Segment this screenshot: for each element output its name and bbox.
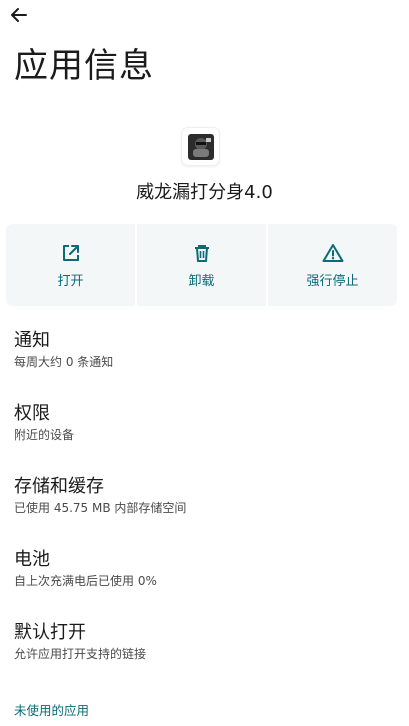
- storage-setting[interactable]: 存储和缓存 已使用 45.75 MB 内部存储空间: [14, 476, 394, 516]
- force-stop-button-label: 强行停止: [306, 273, 359, 289]
- page-title: 应用信息: [14, 46, 154, 86]
- setting-subtitle: 已使用 45.75 MB 内部存储空间: [14, 501, 187, 515]
- warning-triangle-icon: [322, 242, 344, 264]
- open-by-default-setting[interactable]: 默认打开 允许应用打开支持的链接: [14, 622, 394, 662]
- trash-icon: [193, 242, 211, 264]
- setting-title: 默认打开: [14, 622, 86, 643]
- permissions-setting[interactable]: 权限 附近的设备: [14, 403, 394, 443]
- open-external-icon: [61, 242, 81, 264]
- open-button[interactable]: 打开: [6, 224, 135, 306]
- setting-title: 存储和缓存: [14, 476, 104, 497]
- unused-apps-section: 未使用的应用: [14, 703, 90, 718]
- notifications-setting[interactable]: 通知 每周大约 0 条通知: [14, 330, 394, 370]
- setting-subtitle: 每周大约 0 条通知: [14, 355, 114, 369]
- open-button-label: 打开: [57, 273, 84, 289]
- uninstall-button-label: 卸载: [188, 273, 215, 289]
- setting-subtitle: 自上次充满电后已使用 0%: [14, 574, 157, 588]
- setting-title: 权限: [14, 403, 50, 424]
- setting-subtitle: 附近的设备: [14, 428, 75, 442]
- uninstall-button[interactable]: 卸载: [137, 224, 266, 306]
- action-bar: 打开 卸载 强行停止: [6, 224, 397, 306]
- setting-title: 通知: [14, 330, 50, 351]
- app-icon: [182, 128, 219, 165]
- battery-setting[interactable]: 电池 自上次充满电后已使用 0%: [14, 549, 394, 589]
- setting-subtitle: 允许应用打开支持的链接: [14, 647, 147, 661]
- app-name: 威龙漏打分身4.0: [136, 182, 273, 203]
- force-stop-button[interactable]: 强行停止: [268, 224, 397, 306]
- setting-title: 电池: [14, 549, 50, 570]
- back-button[interactable]: [6, 4, 32, 30]
- arrow-back-icon: [9, 5, 29, 29]
